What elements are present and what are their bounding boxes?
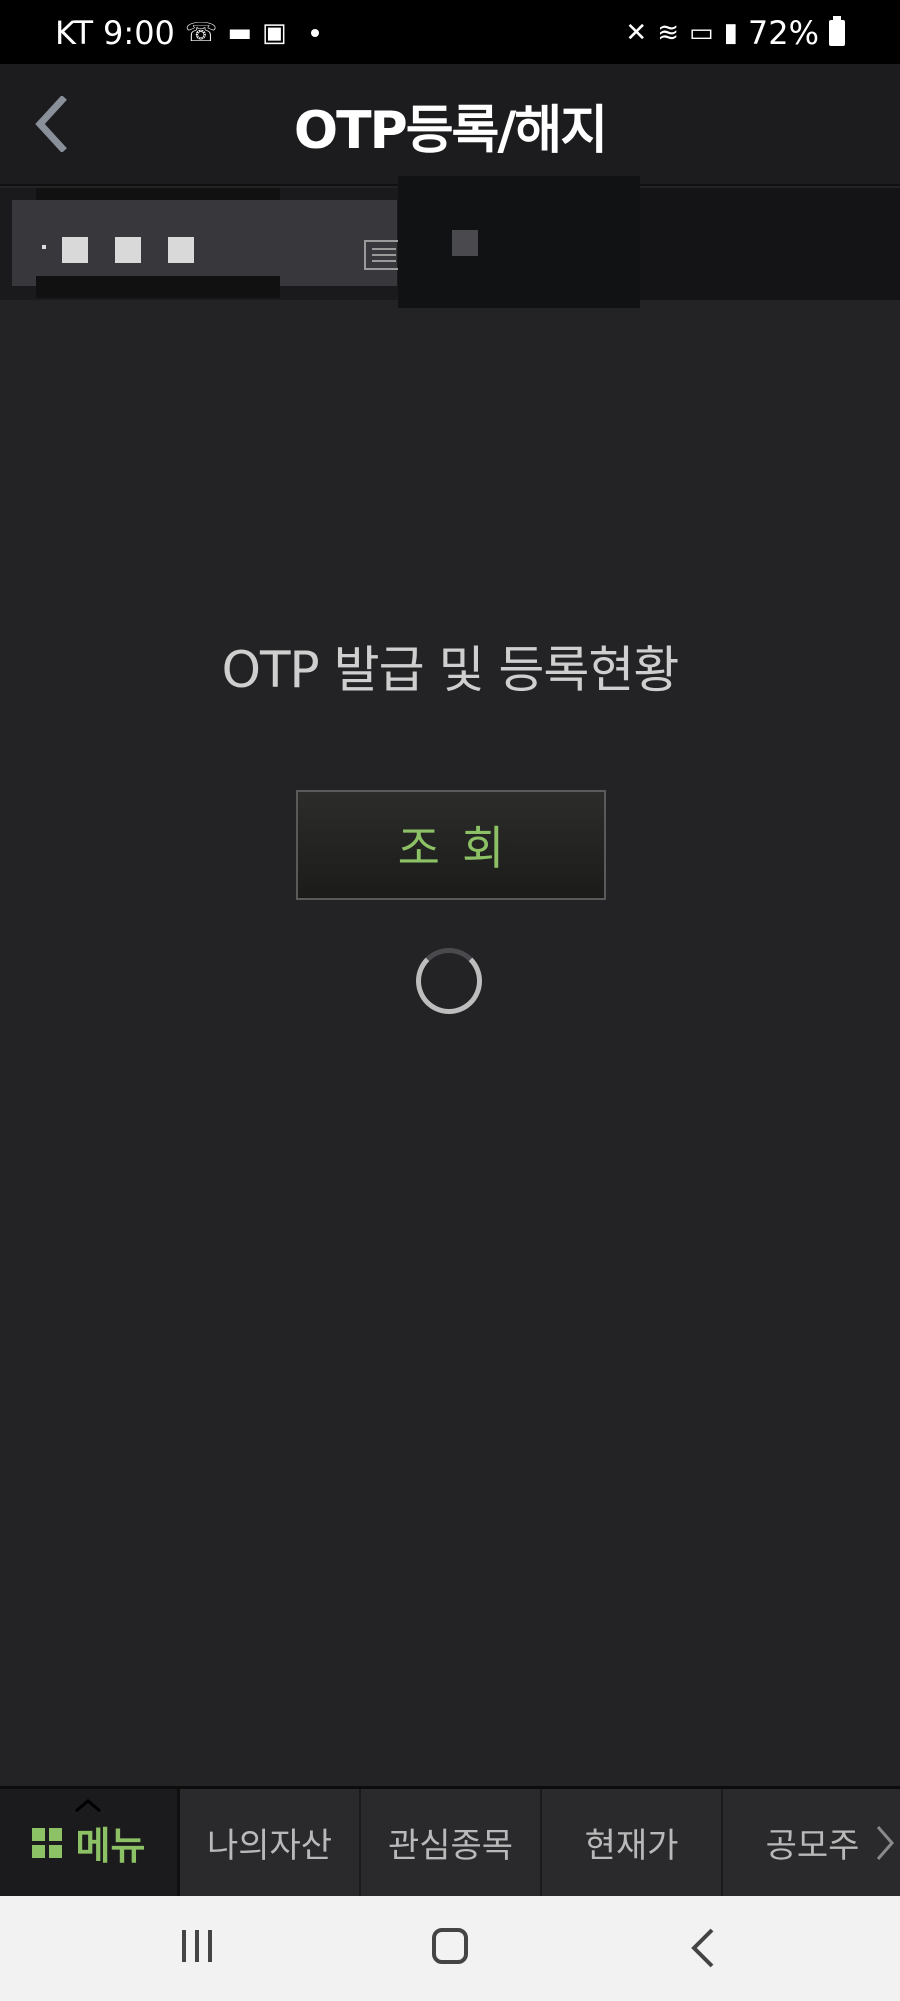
masked-char (62, 237, 88, 263)
account-selector-bar (0, 176, 900, 308)
masked-char (168, 237, 194, 263)
clock: 9:00 (103, 14, 175, 52)
status-bar: KT 9:00 ☏ ▬ ▣ ✕ ≋ ▭ ▮ 72% (0, 0, 900, 64)
redaction-mask (398, 176, 640, 308)
notification-dot-icon (310, 29, 319, 37)
account-selector[interactable] (12, 200, 404, 286)
menu-label: 메뉴 (75, 1824, 146, 1868)
loading-spinner-icon (416, 948, 482, 1014)
tab-my-assets[interactable]: 나의자산 (180, 1789, 361, 1896)
caret-up-icon (75, 1799, 101, 1813)
signal-icon: ▮ (723, 18, 738, 48)
status-left: KT 9:00 ☏ ▬ ▣ (55, 14, 319, 52)
menu-button[interactable]: 메뉴 (0, 1789, 180, 1896)
battery-icon (829, 16, 845, 46)
masked-char (115, 237, 141, 263)
chevron-right-icon[interactable] (874, 1823, 896, 1863)
app-header: OTP등록/해지 (0, 64, 900, 186)
system-nav-bar (0, 1896, 900, 2001)
system-back-icon[interactable] (688, 1926, 718, 1970)
hd-icon: ▭ (688, 18, 714, 48)
wifi-icon: ≋ (657, 18, 679, 48)
message-icon: ▬ (227, 18, 252, 48)
carrier-label: KT (55, 14, 94, 52)
status-right: ✕ ≋ ▭ ▮ 72% (625, 14, 845, 52)
page-title: OTP등록/해지 (293, 101, 608, 161)
battery-level: 72% (747, 14, 819, 52)
redaction-mask (36, 188, 280, 200)
account-dot (42, 245, 46, 249)
query-button[interactable]: 조회 (296, 790, 606, 900)
gallery-icon: ▣ (262, 18, 287, 48)
masked-char (452, 230, 478, 256)
mute-icon: ✕ (625, 18, 648, 48)
account-strip-right (640, 188, 900, 300)
home-icon[interactable] (432, 1928, 468, 1964)
bottom-nav: 메뉴 나의자산 관심종목 현재가 공모주 (0, 1786, 900, 1896)
tab-current-price[interactable]: 현재가 (542, 1789, 723, 1896)
wifi-calling-icon: ☏ (184, 18, 218, 48)
recent-apps-icon[interactable] (182, 1930, 216, 1964)
redaction-mask (36, 276, 280, 298)
grid-icon (31, 1827, 62, 1858)
tab-watchlist[interactable]: 관심종목 (361, 1789, 542, 1896)
otp-status-heading: OTP 발급 및 등록현황 (221, 641, 680, 699)
quick-tabs: 나의자산 관심종목 현재가 공모주 (180, 1789, 900, 1896)
